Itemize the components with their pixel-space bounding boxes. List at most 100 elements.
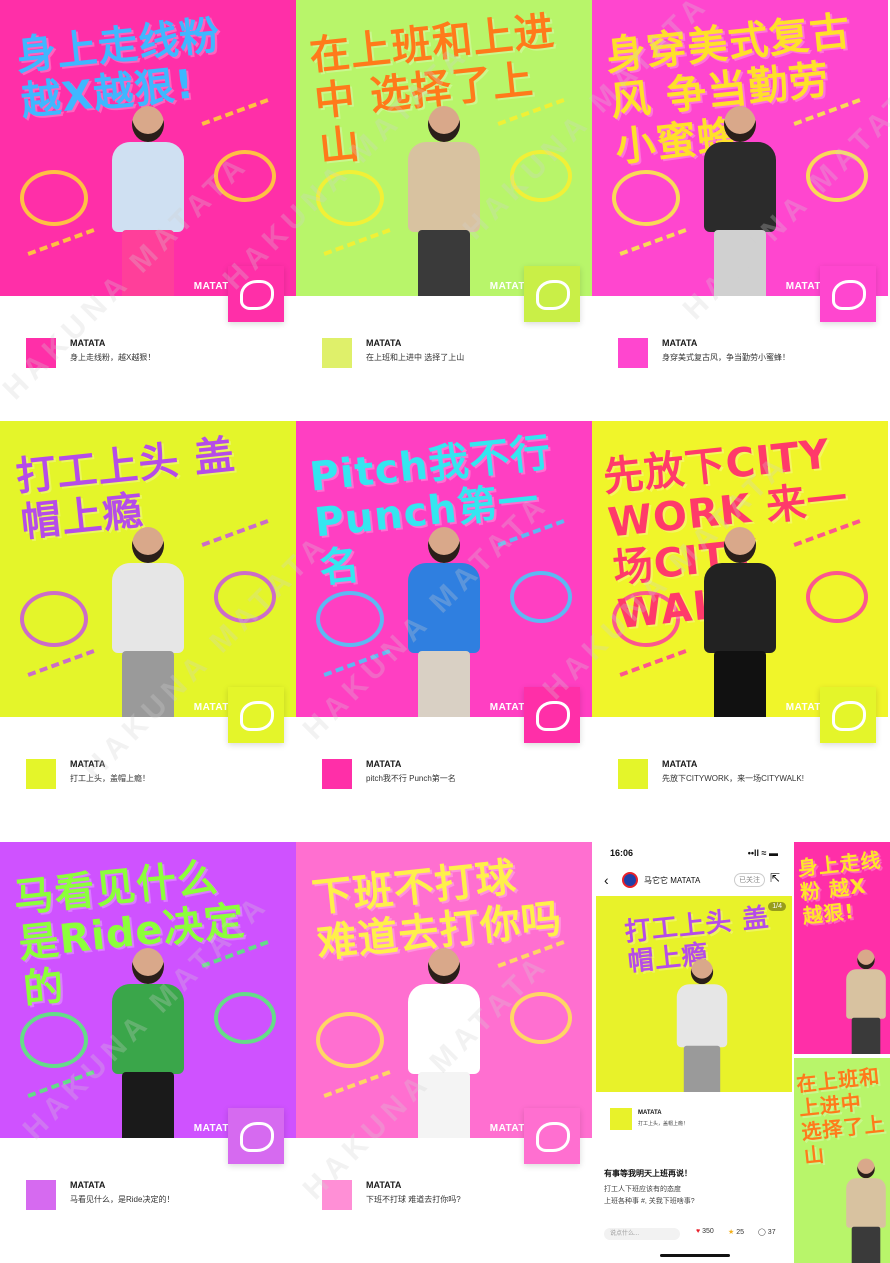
- doodle-sticker-icon: [820, 266, 876, 322]
- post-caption: 马看见什么，是Ride决定的！: [70, 1195, 175, 1204]
- doodle-shape: [20, 170, 88, 226]
- brand-name: MATATA: [70, 1180, 106, 1190]
- person-top: [408, 563, 480, 653]
- doodle-shape: [510, 571, 572, 623]
- post-caption: 在上班和上进中 选择了上山: [366, 353, 465, 362]
- post-meta: MATATA 身穿美式复古风，争当勤劳小蜜蜂！: [612, 334, 872, 368]
- person-top: [704, 563, 776, 653]
- post-meta: MATATA 打工上头，盖帽上瘾！: [20, 755, 280, 789]
- doodle-sticker-icon: [228, 1108, 284, 1164]
- phone-meta-caption: 打工上头，盖帽上瘾！: [638, 1121, 689, 1127]
- account-name[interactable]: 马它它 MATATA: [644, 875, 700, 886]
- post-poster[interactable]: 身穿美式复古风 争当勤劳小蜜蜂 MATATA: [592, 0, 888, 296]
- doodle-shape: [214, 571, 276, 623]
- person-head: [428, 948, 460, 984]
- person-figure: [98, 527, 198, 717]
- doodle-scribble: [619, 228, 687, 256]
- brand-avatar[interactable]: [322, 1180, 352, 1210]
- comment-button[interactable]: ◯ 37: [758, 1228, 776, 1236]
- post-card[interactable]: Pitch我不行 Punch第一名 MATATA MATATA pitch我不行…: [296, 421, 592, 842]
- post-poster[interactable]: 在上班和上进中 选择了上山 MATATA: [296, 0, 592, 296]
- phone-meta-avatar: [610, 1108, 632, 1130]
- doodle-shape: [316, 1012, 384, 1068]
- post-card[interactable]: 身上走线粉 越X越狠! MATATA MATATA 身上走线粉，越X越狠！: [0, 0, 296, 421]
- post-card[interactable]: 马看见什么 是Ride决定的 MATATA MATATA 马看见什么，是Ride…: [0, 842, 296, 1263]
- person-bottom: [418, 1072, 470, 1138]
- person-bottom: [122, 1072, 174, 1138]
- person-bottom: [683, 1045, 721, 1092]
- doodle-sticker-icon: [524, 687, 580, 743]
- person-bottom: [851, 1017, 881, 1054]
- person-figure: [690, 106, 790, 296]
- person-head: [428, 527, 460, 563]
- person-bottom: [714, 651, 766, 717]
- heart-icon: ♥: [696, 1228, 701, 1235]
- doodle-shape: [316, 170, 384, 226]
- person-top: [112, 984, 184, 1074]
- brand-avatar[interactable]: [618, 759, 648, 789]
- post-poster[interactable]: 下班不打球 难道去打你吗 MATATA: [296, 842, 592, 1138]
- doodle-sticker-icon: [820, 687, 876, 743]
- post-card[interactable]: 先放下CITY WORK 来一场CITY WALK MATATA MATATA …: [592, 421, 888, 842]
- person-top: [408, 142, 480, 232]
- person-figure: [690, 527, 790, 717]
- person-figure: [394, 948, 494, 1138]
- action-bar: 说点什么... ♥ 350 ★ 25 ◯ 37: [604, 1226, 788, 1242]
- person-figure: [839, 949, 890, 1054]
- doodle-scribble: [27, 649, 95, 677]
- phone-mockup: 16:06 ••ll ≈ ▬ ‹ 马它它 MATATA 已关注 ⇱ 打工上头 盖…: [596, 842, 792, 1263]
- post-poster[interactable]: 打工上头 盖帽上瘾 MATATA: [0, 421, 296, 717]
- post-poster[interactable]: 先放下CITY WORK 来一场CITY WALK MATATA: [592, 421, 888, 717]
- side-post-headline: 在上班和上进中 选择了上山: [795, 1063, 887, 1169]
- share-icon[interactable]: ⇱: [770, 871, 780, 885]
- phone-post-image[interactable]: 打工上头 盖帽上瘾 1/4: [596, 896, 792, 1092]
- doodle-shape: [316, 591, 384, 647]
- side-post-headline: 身上走线粉 越X越狠!: [796, 847, 883, 929]
- person-head: [857, 949, 875, 970]
- post-caption: 打工上头，盖帽上瘾！: [70, 774, 150, 783]
- person-figure: [667, 959, 737, 1092]
- person-head: [857, 1158, 875, 1179]
- person-top: [112, 563, 184, 653]
- post-card[interactable]: 打工上头 盖帽上瘾 MATATA MATATA 打工上头，盖帽上瘾！: [0, 421, 296, 842]
- post-card[interactable]: 在上班和上进中 选择了上山 MATATA MATATA 在上班和上进中 选择了上…: [296, 0, 592, 421]
- star-button[interactable]: ★ 25: [728, 1228, 744, 1236]
- post-card[interactable]: 下班不打球 难道去打你吗 MATATA MATATA 下班不打球 难道去打你吗?: [296, 842, 592, 1263]
- brand-name: MATATA: [366, 1180, 402, 1190]
- home-indicator: [660, 1254, 730, 1257]
- post-meta: MATATA 马看见什么，是Ride决定的！: [20, 1176, 280, 1210]
- doodle-shape: [806, 150, 868, 202]
- like-button[interactable]: ♥ 350: [696, 1228, 714, 1235]
- follow-button[interactable]: 已关注: [734, 873, 765, 887]
- brand-avatar[interactable]: [322, 759, 352, 789]
- brand-avatar[interactable]: [322, 338, 352, 368]
- star-icon: ★: [728, 1229, 735, 1236]
- doodle-scribble: [323, 649, 391, 677]
- doodle-sticker-icon: [228, 266, 284, 322]
- brand-name: MATATA: [662, 338, 698, 348]
- doodle-shape: [214, 992, 276, 1044]
- comment-input[interactable]: 说点什么...: [604, 1228, 680, 1240]
- person-bottom: [418, 651, 470, 717]
- post-poster[interactable]: Pitch我不行 Punch第一名 MATATA: [296, 421, 592, 717]
- brand-name: MATATA: [366, 759, 402, 769]
- post-card[interactable]: 身穿美式复古风 争当勤劳小蜜蜂 MATATA MATATA 身穿美式复古风，争当…: [592, 0, 888, 421]
- post-poster[interactable]: 马看见什么 是Ride决定的 MATATA: [0, 842, 296, 1138]
- side-post-preview: 在上班和上进中 选择了上山: [794, 1058, 890, 1263]
- page-indicator: 1/4: [768, 902, 786, 911]
- person-top: [408, 984, 480, 1074]
- person-head: [724, 527, 756, 563]
- post-poster[interactable]: 身上走线粉 越X越狠! MATATA: [0, 0, 296, 296]
- brand-avatar[interactable]: [26, 759, 56, 789]
- person-bottom: [714, 230, 766, 296]
- back-icon[interactable]: ‹: [604, 872, 609, 888]
- person-top: [704, 142, 776, 232]
- brand-avatar[interactable]: [26, 1180, 56, 1210]
- brand-avatar[interactable]: [26, 338, 56, 368]
- post-body-line: 上班各种事 #, 关我下班啥事?: [604, 1198, 695, 1205]
- person-head: [132, 948, 164, 984]
- brand-avatar[interactable]: [618, 338, 648, 368]
- post-meta: MATATA 身上走线粉，越X越狠！: [20, 334, 280, 368]
- account-avatar[interactable]: [622, 872, 638, 888]
- post-meta: MATATA 在上班和上进中 选择了上山: [316, 334, 576, 368]
